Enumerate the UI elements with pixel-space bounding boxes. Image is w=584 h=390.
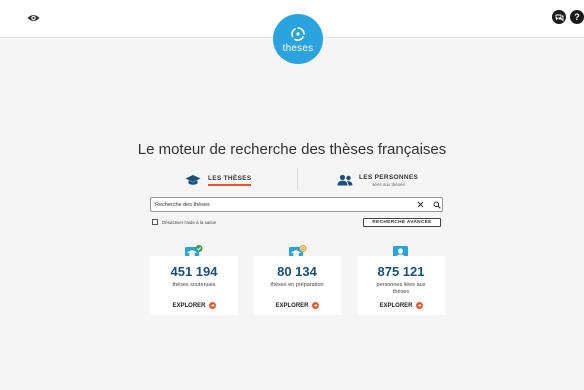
people-icon	[337, 174, 353, 186]
arrow-right-circle-icon	[415, 302, 423, 309]
search-icon	[433, 201, 441, 209]
clear-search-button[interactable]	[416, 200, 425, 209]
theses-logo[interactable]: theses	[273, 14, 323, 64]
logo-text: theses	[282, 43, 314, 54]
graduation-cap-icon	[185, 175, 201, 185]
tab-personnes-sublabel: liées aux thèses	[372, 181, 405, 187]
accessibility-button[interactable]	[26, 11, 40, 25]
search-tabs: LES THÈSES LES PERSONNES liées aux thèse…	[150, 166, 442, 194]
stat-card-preparation: 80 134 thèses en préparation EXPLORER	[253, 256, 341, 315]
chat-icon	[555, 14, 563, 22]
arrow-right-circle-icon	[311, 302, 319, 309]
search-box	[150, 197, 443, 212]
explore-link-soutenues[interactable]: EXPLORER	[150, 302, 238, 309]
help-icon: ?	[574, 12, 580, 22]
tab-divider	[297, 168, 298, 190]
search-input[interactable]	[155, 198, 405, 211]
contact-button[interactable]	[552, 10, 566, 24]
assist-label: Désactiver l'aide à la saisie	[162, 219, 217, 225]
tab-theses-label: LES THÈSES	[208, 175, 252, 186]
tab-theses[interactable]: LES THÈSES	[185, 166, 252, 194]
advanced-search-button[interactable]: RECHERCHE AVANCÉE	[363, 218, 441, 227]
stat-card-soutenues: 451 194 thèses soutenues EXPLORER	[150, 256, 238, 315]
eye-icon	[27, 15, 39, 21]
tab-personnes[interactable]: LES PERSONNES liées aux thèses	[337, 166, 418, 194]
explore-label: EXPLORER	[379, 302, 413, 309]
help-button[interactable]: ?	[570, 10, 584, 24]
assist-toggle[interactable]: Désactiver l'aide à la saisie	[152, 219, 216, 225]
stat-number: 80 134	[277, 264, 317, 279]
stat-label: thèses en préparation	[270, 282, 324, 288]
arrow-right-circle-icon	[208, 302, 216, 309]
search-button[interactable]	[432, 200, 441, 209]
close-icon	[417, 201, 424, 208]
explore-label: EXPLORER	[172, 302, 206, 309]
stat-number: 451 194	[170, 264, 218, 279]
tab-personnes-text: LES PERSONNES liées aux thèses	[359, 174, 418, 187]
top-right-actions: ?	[552, 10, 584, 24]
tab-personnes-label: LES PERSONNES	[359, 173, 419, 181]
explore-link-preparation[interactable]: EXPLORER	[253, 302, 341, 309]
explore-label: EXPLORER	[275, 302, 309, 309]
stat-card-personnes: 875 121 personnes liées aux thèses EXPLO…	[357, 256, 445, 315]
page-title: Le moteur de recherche des thèses frança…	[137, 141, 447, 158]
assist-checkbox[interactable]	[152, 219, 158, 225]
logo-mark-icon	[291, 27, 305, 41]
stat-label: personnes liées aux thèses	[376, 282, 426, 295]
stat-number: 875 121	[377, 264, 425, 279]
explore-link-personnes[interactable]: EXPLORER	[357, 302, 445, 309]
stat-label: thèses soutenues	[172, 282, 216, 288]
